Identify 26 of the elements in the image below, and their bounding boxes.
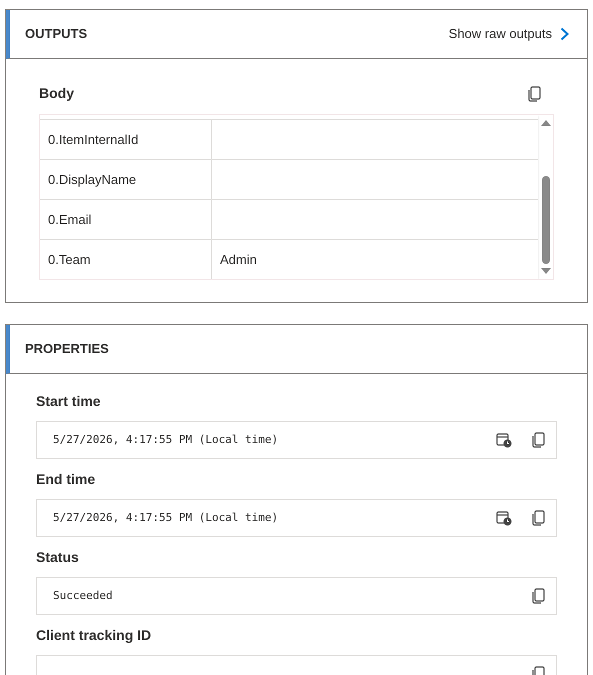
field-label: Start time [36, 392, 102, 411]
copy-icon[interactable] [530, 510, 546, 526]
chevron-right-icon [560, 27, 569, 41]
table-cell: 0.DisplayName [40, 160, 212, 199]
table-cell: 0.Team [40, 240, 212, 279]
body-label: Body [39, 84, 74, 103]
show-raw-outputs-link[interactable]: Show raw outputs [448, 24, 569, 44]
output-field[interactable]: 5/27/2026, 4:17:55 PM (Local time) [36, 499, 557, 537]
field-label: Client tracking ID [36, 626, 152, 645]
calendar-clock-icon[interactable] [496, 510, 512, 526]
table-cell: 0.Email [40, 200, 212, 239]
table-cell: 0.ItemInternalId [40, 120, 212, 159]
field-label: End time [36, 470, 96, 489]
scroll-up-icon[interactable] [540, 119, 550, 126]
panel-title: PROPERTIES [25, 340, 109, 358]
panel-title: OUTPUTS [25, 25, 88, 44]
copy-icon[interactable] [526, 86, 542, 102]
field-label: Status [36, 548, 80, 567]
output-field[interactable]: Succeeded [36, 577, 557, 615]
scrollbar-thumb[interactable] [542, 176, 550, 264]
scroll-down-icon[interactable] [540, 268, 550, 275]
calendar-clock-icon[interactable] [496, 432, 512, 448]
table-cell-text: Admin [219, 250, 258, 269]
output-field[interactable]: 5/27/2026, 4:17:55 PM (Local time) [36, 421, 557, 459]
copy-icon[interactable] [530, 432, 546, 448]
copy-icon[interactable] [530, 588, 546, 604]
